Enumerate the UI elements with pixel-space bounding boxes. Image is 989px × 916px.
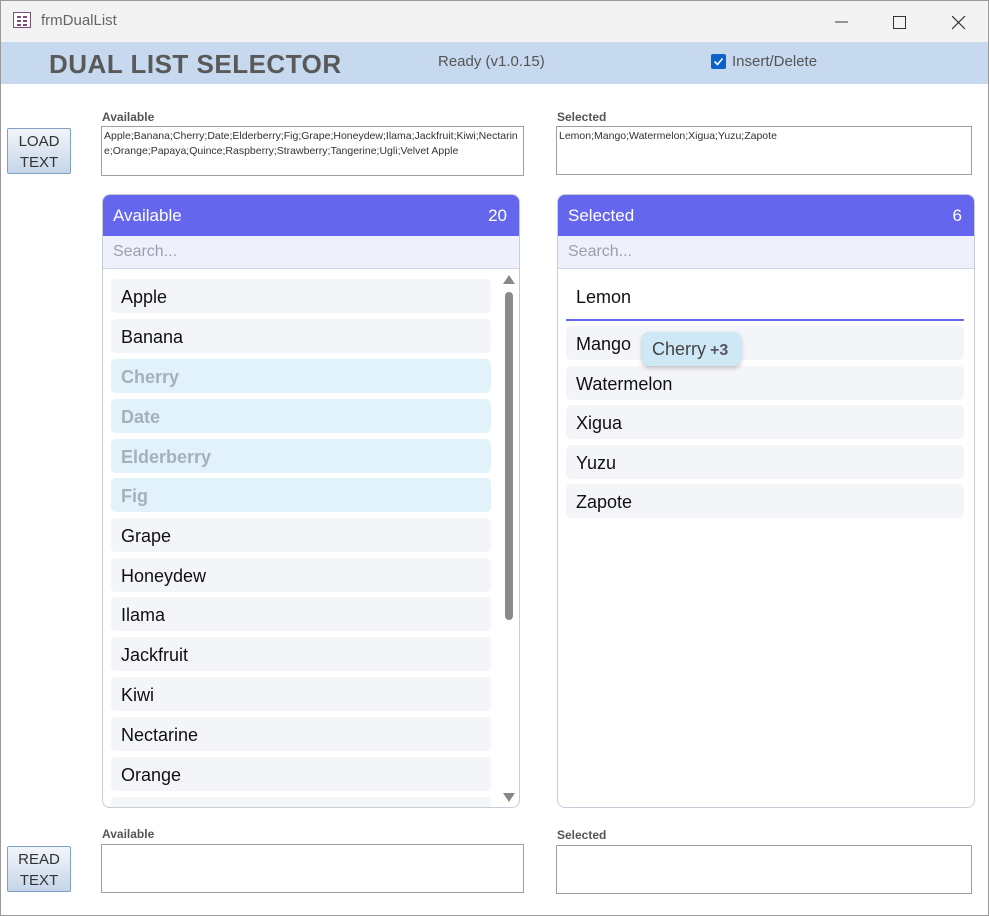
read-text-line2: TEXT [19,872,59,889]
drag-tooltip: Cherry +3 [642,332,741,366]
selected-search-input[interactable]: Search... [558,236,974,269]
list-item-drop-target[interactable]: Lemon [566,279,964,321]
list-item-selected[interactable]: Cherry [111,359,491,393]
list-item-selected[interactable]: Elderberry [111,439,491,473]
available-count-badge: 20 [488,206,507,225]
list-item[interactable]: Nectarine [111,717,491,751]
minimize-button[interactable] [819,7,863,37]
available-text-field[interactable]: Apple;Banana;Cherry;Date;Elderberry;Fig;… [101,126,524,176]
title-bar: frmDualList [1,1,988,42]
available-field-label: Available [102,110,155,124]
bottom-selected-label: Selected [557,828,607,842]
list-item[interactable]: Banana [111,319,491,353]
list-item[interactable]: Jackfruit [111,637,491,671]
list-item-partial[interactable]: P [111,797,491,807]
read-text-button[interactable]: READ TEXT [7,846,71,892]
list-item[interactable]: Yuzu [566,445,964,479]
load-text-button[interactable]: LOAD TEXT [7,128,71,174]
available-panel-title: Available [113,206,182,225]
list-item[interactable]: Kiwi [111,677,491,711]
load-text-line2: TEXT [19,154,59,171]
list-item[interactable]: Zapote [566,484,964,518]
scroll-down-arrow-icon[interactable] [503,793,515,802]
load-text-line1: LOAD [18,133,60,150]
minimize-icon [835,21,848,23]
list-item[interactable]: Grape [111,518,491,552]
list-item-selected[interactable]: Fig [111,478,491,512]
selected-count-badge: 6 [952,206,962,225]
selected-text-field[interactable]: Lemon;Mango;Watermelon;Xigua;Yuzu;Zapote [556,126,972,175]
list-item[interactable]: Orange [111,757,491,791]
list-item[interactable]: Mango [566,326,964,360]
selected-panel-title: Selected [568,206,635,225]
list-item[interactable]: Ilama [111,597,491,631]
close-button[interactable] [936,7,980,37]
window-title: frmDualList [41,12,117,29]
scrollbar-thumb[interactable] [505,292,513,620]
list-item[interactable]: Apple [111,279,491,313]
selected-list-panel: Selected 6 Search... Lemon Mango Waterme… [557,194,975,808]
scroll-up-arrow-icon[interactable] [503,275,515,284]
available-panel-header: Available 20 [103,195,519,236]
selected-field-label: Selected [557,110,607,124]
list-item[interactable]: Honeydew [111,558,491,592]
page-title: DUAL LIST SELECTOR [49,49,342,79]
list-item-selected[interactable]: Date [111,399,491,433]
bottom-selected-field[interactable] [556,845,972,894]
close-icon [952,16,966,30]
insert-delete-checkbox[interactable] [711,54,726,69]
drag-tooltip-label: Cherry [652,339,707,359]
status-text: Ready (v1.0.15) [438,53,545,70]
list-item[interactable]: Xigua [566,405,964,439]
available-search-input[interactable]: Search... [103,236,519,269]
form-app-icon [13,12,31,28]
selected-panel-header: Selected 6 [558,195,974,236]
maximize-icon [893,16,906,29]
checkbox-checked-icon [713,57,724,66]
bottom-available-label: Available [102,827,155,841]
dual-list-window: frmDualList DUAL LIST SELECTOR Ready (v1… [0,0,989,916]
read-text-line1: READ [18,851,60,868]
bottom-available-field[interactable] [101,844,524,893]
list-item[interactable]: Watermelon [566,366,964,400]
maximize-button[interactable] [877,7,921,37]
available-list-panel: Available 20 Search... Apple Banana Cher… [102,194,520,808]
insert-delete-label[interactable]: Insert/Delete [732,53,817,70]
drag-tooltip-count: +3 [710,342,729,359]
